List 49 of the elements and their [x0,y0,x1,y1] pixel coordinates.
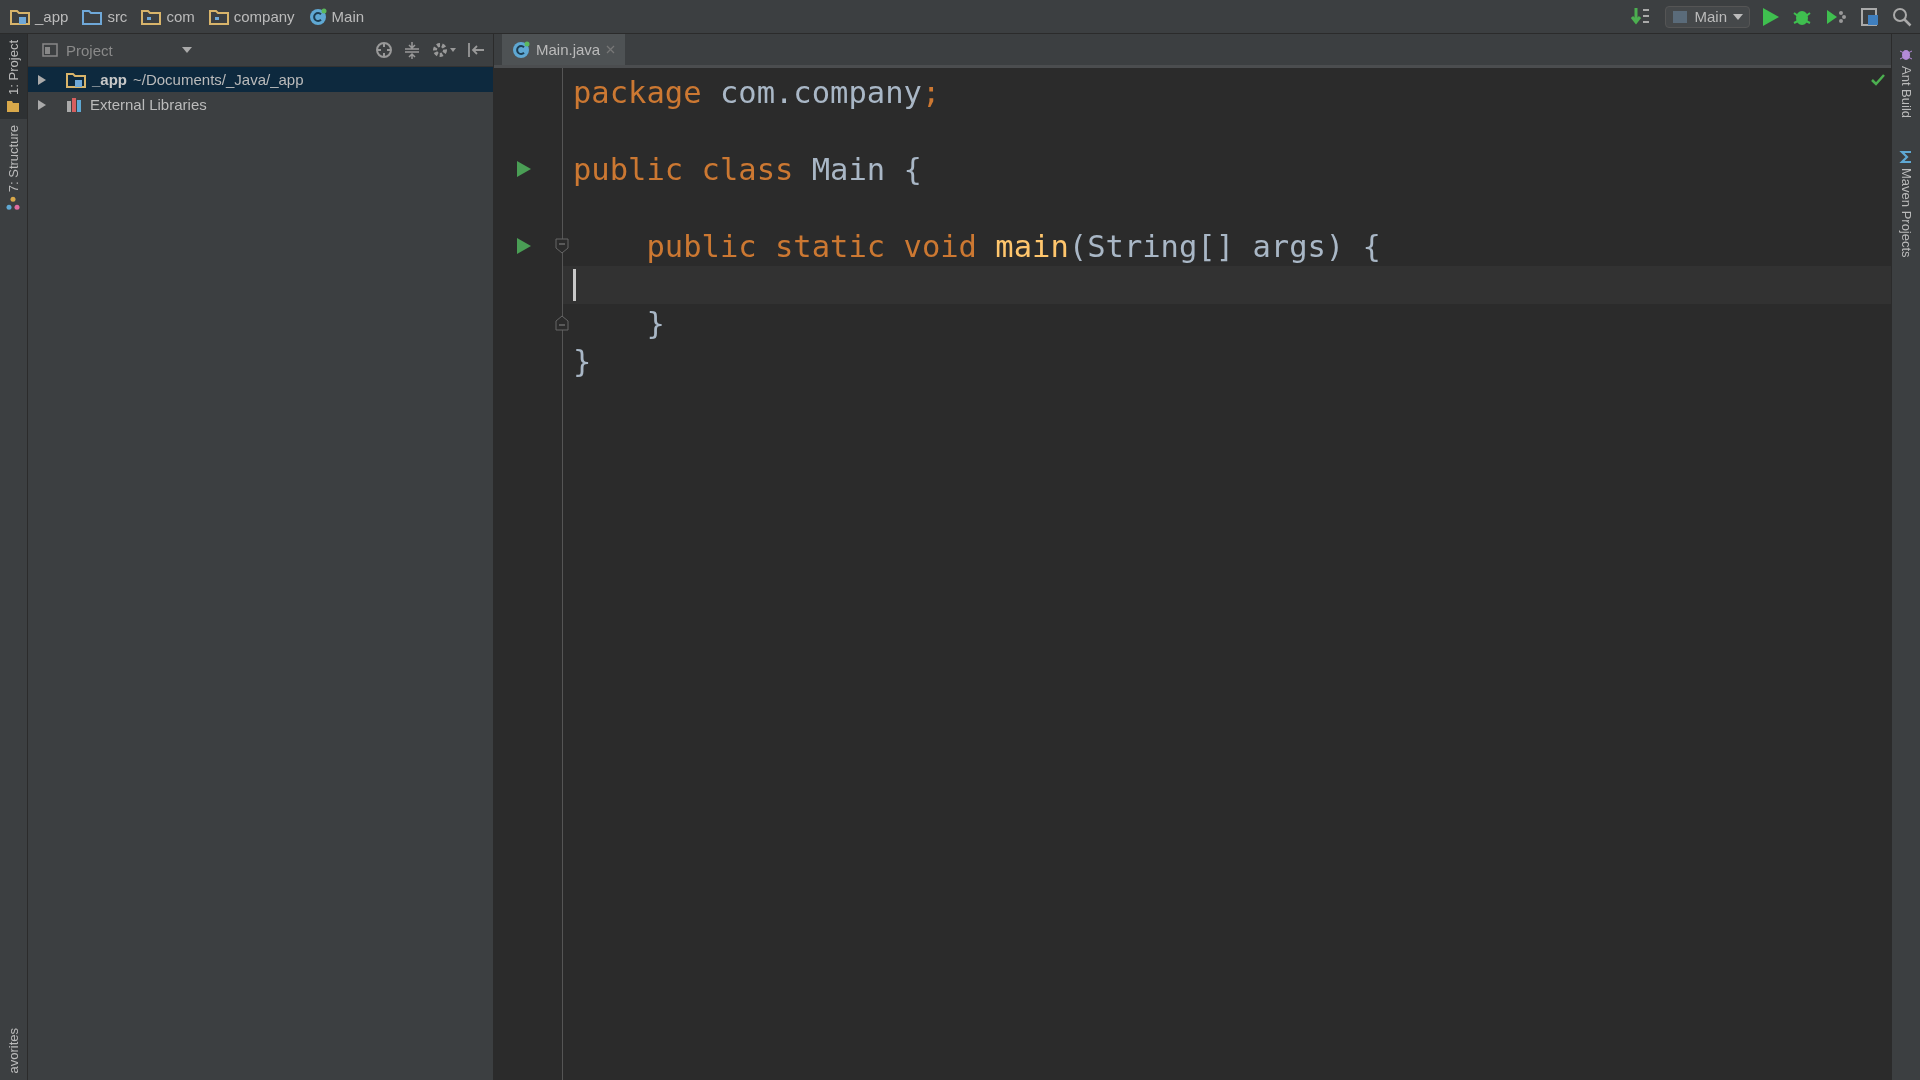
breadcrumb[interactable]: src [82,8,128,25]
tree-item[interactable]: External Libraries [28,92,493,117]
expand-arrow-icon[interactable] [36,98,48,111]
tree-label: External Libraries [90,96,207,113]
breadcrumb[interactable]: com [141,8,195,25]
caret-icon [182,47,192,53]
tool-window-tab[interactable]: Ant Build [1892,42,1920,125]
code-line: } [645,305,665,341]
project-structure-icon[interactable] [1860,6,1880,27]
project-view-dropdown[interactable]: Project [42,41,192,59]
editor-tab[interactable]: Main.java [502,34,626,65]
folder-icon [6,98,21,113]
window-icon [42,43,58,57]
folder-icon [66,71,86,88]
code-line: public class Main { [573,151,922,187]
library-icon [66,96,84,113]
run-configuration-dropdown[interactable]: Main [1665,5,1750,28]
folder-icon [10,8,30,25]
ant-icon [1899,48,1913,62]
search-icon[interactable] [1892,6,1912,27]
tool-window-tab[interactable]: avorites [0,1022,27,1080]
folder-icon [208,8,229,25]
class-icon [308,7,327,26]
breadcrumb[interactable]: _app [10,8,69,25]
breadcrumb[interactable]: Main [308,7,365,26]
code-line: package com.company; [573,74,941,110]
window-icon [1672,9,1689,24]
tool-window-tab[interactable]: Maven Projects [1892,144,1920,264]
tool-window-tab[interactable]: 7: Structure [0,118,27,217]
folder-icon [82,8,103,25]
caret-icon [1733,13,1743,20]
tree-item[interactable]: _app ~/Documents/_Java/_app [28,67,493,92]
code-line: public static void main(String[] args) { [645,228,1381,264]
folder-icon [141,8,162,25]
expand-arrow-icon[interactable] [36,73,48,86]
code-line: } [573,344,592,380]
run-icon[interactable] [1762,6,1780,27]
settings-icon[interactable] [431,41,457,59]
collapse-icon[interactable] [403,41,421,59]
structure-icon [6,196,21,211]
run-icon[interactable] [516,237,532,256]
tool-window-tab[interactable]: 1: Project [0,34,27,119]
module-name: _app [92,71,127,88]
class-icon [512,40,530,59]
run-icon[interactable] [516,160,532,179]
crosshair-icon[interactable] [375,41,393,59]
module-path: ~/Documents/_Java/_app [133,71,304,88]
hide-panel-icon[interactable] [467,41,485,59]
breadcrumb[interactable]: company [208,8,295,25]
